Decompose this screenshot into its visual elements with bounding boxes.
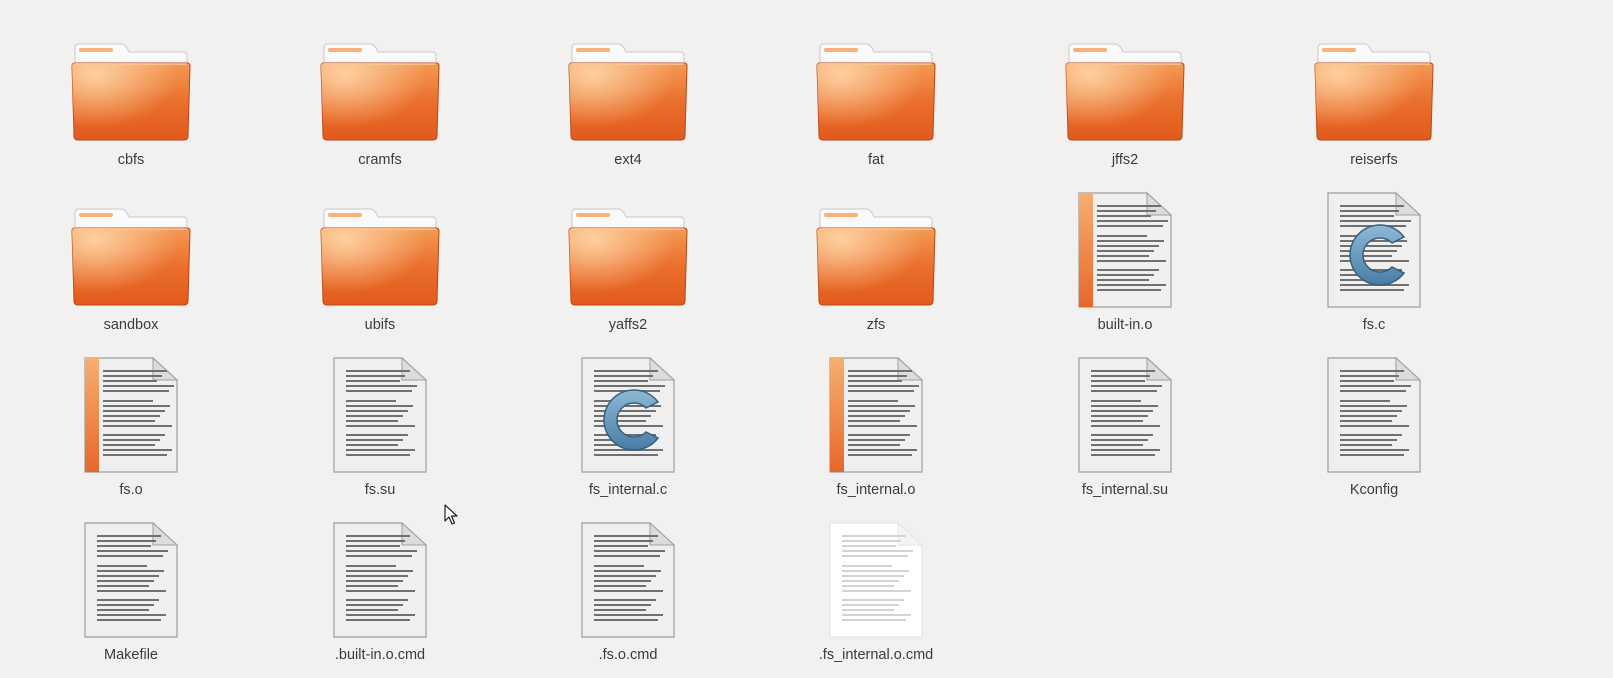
folder-icon <box>811 183 941 309</box>
file-item[interactable]: .fs.o.cmd <box>528 513 728 663</box>
folder-icon <box>1060 18 1190 144</box>
file-name-label: yaffs2 <box>608 317 648 333</box>
c-source-file-icon <box>1309 183 1439 309</box>
file-name-label: cbfs <box>117 152 145 168</box>
c-source-file-icon <box>563 348 693 474</box>
file-name-label: fs.su <box>364 482 396 498</box>
file-name-label: jffs2 <box>1111 152 1139 168</box>
text-file-icon <box>315 513 445 639</box>
text-file-icon <box>1060 348 1190 474</box>
file-name-label: fat <box>867 152 885 168</box>
object-file-icon <box>66 348 196 474</box>
folder-icon <box>563 18 693 144</box>
folder-item[interactable]: sandbox <box>31 183 231 333</box>
folder-icon <box>563 183 693 309</box>
file-item[interactable]: fs_internal.c <box>528 348 728 498</box>
folder-icon <box>66 183 196 309</box>
file-item[interactable]: Kconfig <box>1274 348 1474 498</box>
file-name-label: sandbox <box>103 317 159 333</box>
file-name-label: .fs.o.cmd <box>598 647 658 663</box>
folder-item[interactable]: ext4 <box>528 18 728 168</box>
mouse-pointer-icon <box>444 504 458 525</box>
object-file-icon <box>1060 183 1190 309</box>
file-name-label: zfs <box>866 317 886 333</box>
text-file-icon <box>1309 348 1439 474</box>
file-name-label: Makefile <box>104 647 158 663</box>
file-item[interactable]: Makefile <box>31 513 231 663</box>
file-name-label: fs.c <box>1362 317 1386 333</box>
file-name-label: cramfs <box>358 152 402 168</box>
text-file-icon <box>315 348 445 474</box>
folder-item[interactable]: fat <box>776 18 976 168</box>
file-name-label: reiserfs <box>1350 152 1398 168</box>
file-name-label: fs.o <box>119 482 143 498</box>
file-item[interactable]: .fs_internal.o.cmd <box>776 513 976 663</box>
folder-icon <box>315 18 445 144</box>
folder-item[interactable]: cramfs <box>280 18 480 168</box>
file-name-label: .fs_internal.o.cmd <box>818 647 934 663</box>
file-name-label: fs_internal.o <box>836 482 916 498</box>
folder-icon <box>1309 18 1439 144</box>
file-name-label: fs_internal.c <box>588 482 668 498</box>
file-name-label: built-in.o <box>1097 317 1153 333</box>
folder-item[interactable]: ubifs <box>280 183 480 333</box>
file-name-label: .built-in.o.cmd <box>334 647 426 663</box>
file-name-label: ubifs <box>364 317 396 333</box>
file-item[interactable]: fs_internal.su <box>1025 348 1225 498</box>
folder-item[interactable]: reiserfs <box>1274 18 1474 168</box>
file-item[interactable]: fs_internal.o <box>776 348 976 498</box>
file-icon-grid: cbfs cramfs ext4 fat jffs2 reiserfs sand… <box>0 0 1613 678</box>
file-name-label: ext4 <box>614 152 642 168</box>
file-item[interactable]: fs.c <box>1274 183 1474 333</box>
file-name-label: fs_internal.su <box>1081 482 1169 498</box>
folder-item[interactable]: zfs <box>776 183 976 333</box>
file-item[interactable]: fs.o <box>31 348 231 498</box>
folder-icon <box>66 18 196 144</box>
text-file-icon <box>811 513 941 639</box>
file-name-label: Kconfig <box>1349 482 1399 498</box>
folder-item[interactable]: yaffs2 <box>528 183 728 333</box>
folder-icon <box>811 18 941 144</box>
object-file-icon <box>811 348 941 474</box>
file-item[interactable]: fs.su <box>280 348 480 498</box>
file-item[interactable]: built-in.o <box>1025 183 1225 333</box>
folder-icon <box>315 183 445 309</box>
text-file-icon <box>66 513 196 639</box>
text-file-icon <box>563 513 693 639</box>
folder-item[interactable]: jffs2 <box>1025 18 1225 168</box>
file-item[interactable]: .built-in.o.cmd <box>280 513 480 663</box>
folder-item[interactable]: cbfs <box>31 18 231 168</box>
